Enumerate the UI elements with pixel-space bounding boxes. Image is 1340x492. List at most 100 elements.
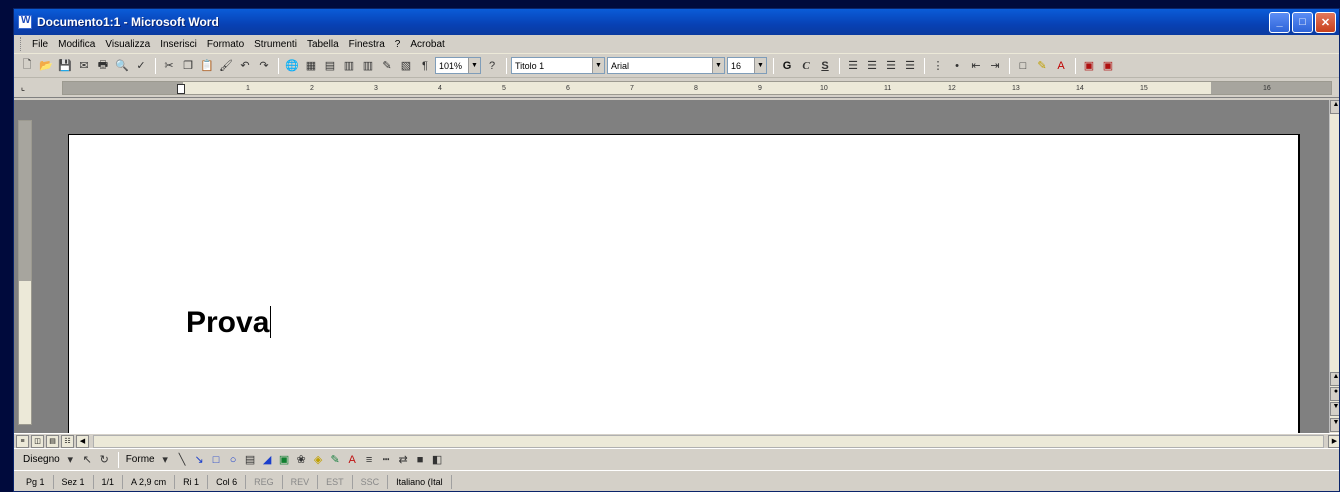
document-page[interactable]: Prova — [68, 134, 1300, 433]
font-size-select[interactable]: 16 ▼ — [727, 57, 767, 74]
previous-page-icon[interactable]: ▲ — [1330, 372, 1339, 386]
decrease-indent-icon[interactable]: ⇤ — [967, 57, 985, 75]
arrow-icon[interactable]: ↘ — [192, 452, 207, 467]
wordart-icon[interactable]: ◢ — [260, 452, 275, 467]
chevron-down-icon[interactable]: ▼ — [592, 58, 604, 73]
insert-table-icon[interactable]: ▤ — [321, 57, 339, 75]
paste-icon[interactable]: 📋 — [198, 57, 216, 75]
help-icon[interactable]: ? — [483, 57, 501, 75]
scroll-up-icon[interactable]: ▲ — [1330, 100, 1339, 114]
draw-menu-button[interactable]: Disegno — [20, 454, 63, 465]
document-body-text[interactable]: Prova — [186, 306, 272, 340]
scroll-right-icon[interactable]: ▶ — [1328, 434, 1339, 448]
chevron-down-icon[interactable]: ▼ — [754, 58, 766, 73]
insert-excel-icon[interactable]: ▥ — [340, 57, 358, 75]
tables-borders-icon[interactable]: ▦ — [302, 57, 320, 75]
menubar-grip[interactable] — [20, 37, 23, 51]
select-objects-icon[interactable]: ↖ — [80, 452, 95, 467]
italic-button[interactable]: C — [797, 57, 815, 75]
font-color-icon[interactable]: A — [1052, 57, 1070, 75]
bullets-icon[interactable]: • — [948, 57, 966, 75]
copy-icon[interactable]: ❐ — [179, 57, 197, 75]
menu-file[interactable]: File — [27, 39, 53, 50]
menu-help[interactable]: ? — [390, 39, 406, 50]
document-map-icon[interactable]: ▧ — [397, 57, 415, 75]
shadow-icon[interactable]: ■ — [413, 452, 428, 467]
underline-button[interactable]: S — [816, 57, 834, 75]
font-color-icon[interactable]: A — [345, 452, 360, 467]
menu-inserisci[interactable]: Inserisci — [155, 39, 202, 50]
web-layout-icon[interactable]: ◫ — [31, 434, 44, 448]
menu-modifica[interactable]: Modifica — [53, 39, 100, 50]
acrobat-email-icon[interactable]: ▣ — [1099, 57, 1117, 75]
clipart-icon[interactable]: ❀ — [294, 452, 309, 467]
columns-icon[interactable]: ▥ — [359, 57, 377, 75]
redo-icon[interactable]: ↷ — [255, 57, 273, 75]
open-folder-icon[interactable]: 📂 — [37, 57, 55, 75]
chevron-down-icon[interactable]: ▾ — [158, 452, 173, 467]
status-ext-flag[interactable]: EST — [318, 475, 353, 489]
outline-view-icon[interactable]: ☷ — [61, 434, 74, 448]
horizontal-ruler[interactable]: 1 2 3 4 5 6 7 8 9 10 11 12 13 14 15 16 — [62, 80, 1332, 95]
undo-icon[interactable]: ↶ — [236, 57, 254, 75]
print-layout-icon[interactable]: ▤ — [46, 434, 59, 448]
line-color-icon[interactable]: ✎ — [328, 452, 343, 467]
menu-strumenti[interactable]: Strumenti — [249, 39, 302, 50]
acrobat-pdf-icon[interactable]: ▣ — [1080, 57, 1098, 75]
minimize-button[interactable]: _ — [1269, 11, 1290, 33]
drawing-icon[interactable]: ✎ — [378, 57, 396, 75]
highlight-icon[interactable]: ✎ — [1033, 57, 1051, 75]
3d-icon[interactable]: ◧ — [430, 452, 445, 467]
horizontal-scrollbar[interactable] — [93, 434, 1324, 448]
diagram-icon[interactable]: ▣ — [277, 452, 292, 467]
close-button[interactable]: ✕ — [1315, 11, 1336, 33]
indent-marker[interactable] — [177, 83, 185, 94]
print-preview-icon[interactable]: 🔍 — [113, 57, 131, 75]
borders-icon[interactable]: □ — [1014, 57, 1032, 75]
title-bar[interactable]: Documento1:1 - Microsoft Word _ □ ✕ — [14, 9, 1339, 35]
hyperlink-icon[interactable]: 🌐 — [283, 57, 301, 75]
menu-acrobat[interactable]: Acrobat — [405, 39, 449, 50]
line-style-icon[interactable]: ≡ — [362, 452, 377, 467]
rectangle-icon[interactable]: □ — [209, 452, 224, 467]
fill-color-icon[interactable]: ◈ — [311, 452, 326, 467]
textbox-icon[interactable]: ▤ — [243, 452, 258, 467]
cut-icon[interactable]: ✂ — [160, 57, 178, 75]
maximize-button[interactable]: □ — [1292, 11, 1313, 33]
format-painter-icon[interactable]: 🖌 — [217, 57, 235, 75]
style-select[interactable]: Titolo 1 ▼ — [511, 57, 605, 74]
word-app-icon[interactable] — [18, 15, 32, 29]
chevron-down-icon[interactable]: ▼ — [712, 58, 724, 73]
vertical-scrollbar[interactable]: ▲ ▲ ● ▼ ▼ — [1329, 100, 1339, 433]
zoom-select[interactable]: 101% ▼ — [435, 57, 481, 74]
print-icon[interactable]: 🖶 — [94, 57, 112, 75]
normal-view-icon[interactable]: ≡ — [16, 434, 29, 448]
align-left-icon[interactable]: ☰ — [844, 57, 862, 75]
increase-indent-icon[interactable]: ⇥ — [986, 57, 1004, 75]
status-trk-flag[interactable]: REV — [283, 475, 319, 489]
menu-formato[interactable]: Formato — [202, 39, 249, 50]
chevron-down-icon[interactable]: ▼ — [468, 58, 480, 73]
scroll-left-icon[interactable]: ◀ — [76, 434, 89, 448]
permission-icon[interactable]: ✉ — [75, 57, 93, 75]
new-document-icon[interactable]: 🗋 — [18, 57, 36, 75]
save-icon[interactable]: 💾 — [56, 57, 74, 75]
rotate-icon[interactable]: ↻ — [97, 452, 112, 467]
line-icon[interactable]: ╲ — [175, 452, 190, 467]
menu-tabella[interactable]: Tabella — [302, 39, 344, 50]
menu-visualizza[interactable]: Visualizza — [100, 39, 155, 50]
status-ovr-flag[interactable]: SSC — [353, 475, 389, 489]
show-hide-icon[interactable]: ¶ — [416, 57, 434, 75]
tab-selector-icon[interactable]: ⌞ — [14, 79, 32, 97]
bold-button[interactable]: G — [778, 57, 796, 75]
next-page-icon[interactable]: ▼ — [1330, 402, 1339, 416]
dash-style-icon[interactable]: ┅ — [379, 452, 394, 467]
status-language[interactable]: Italiano (Ital — [388, 475, 452, 489]
arrow-style-icon[interactable]: ⇄ — [396, 452, 411, 467]
vertical-ruler[interactable] — [18, 120, 32, 425]
align-right-icon[interactable]: ☰ — [882, 57, 900, 75]
browse-object-icon[interactable]: ● — [1330, 387, 1339, 401]
justify-icon[interactable]: ☰ — [901, 57, 919, 75]
font-select[interactable]: Arial ▼ — [607, 57, 725, 74]
align-center-icon[interactable]: ☰ — [863, 57, 881, 75]
